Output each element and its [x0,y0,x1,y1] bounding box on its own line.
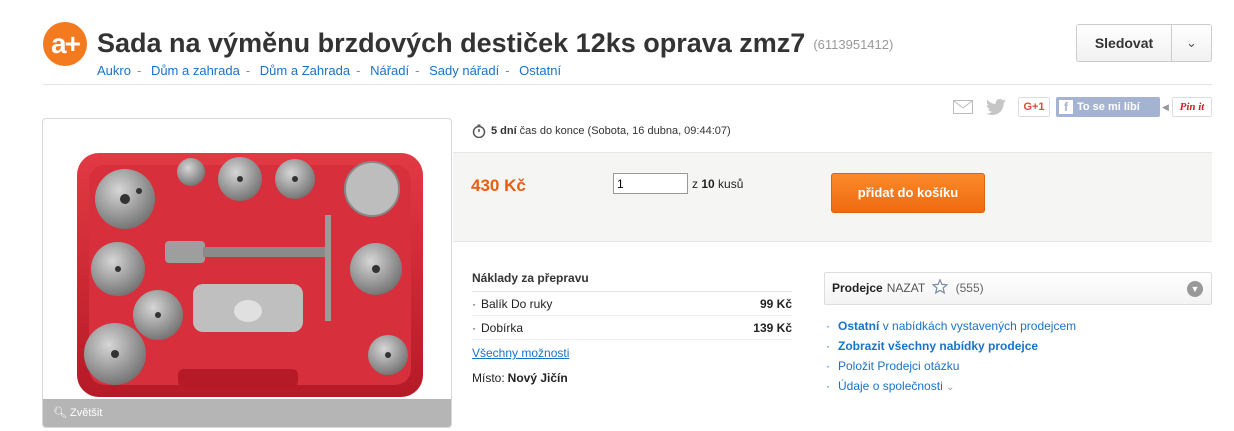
seller-link-all-offers-text: Zobrazit všechny nabídky prodejce [838,339,1039,353]
shipping-option-price: 139 Kč [753,321,792,335]
product-photo[interactable]: 🔍︎ Zvětšit [42,118,452,428]
quantity-available: z 10 kusů [692,177,743,191]
header-divider [43,84,1212,85]
facebook-like-label: To se mi líbí [1077,101,1140,113]
chevron-down-icon[interactable]: ⌄ [1172,25,1211,61]
seller-panel[interactable]: Prodejce NAZAT (555) ▼ [824,272,1212,305]
shipping-option-price: 99 Kč [759,297,792,311]
stopwatch-icon [472,124,486,138]
breadcrumb-link[interactable]: Sady nářadí [429,63,499,78]
pinterest-button[interactable]: Pin it [1172,97,1212,117]
seller-link-all-offers[interactable]: · Zobrazit všechny nabídky prodejce [826,336,1076,356]
location-label: Místo: [472,371,505,385]
item-id: (6113951412) [813,37,894,53]
seller-link-ask-text: Položit Prodejci otázku [838,359,960,373]
seller-label: Prodejce [832,281,883,295]
item-title-text: Sada na výměnu brzdových destiček 12ks o… [97,28,806,58]
breadcrumb-separator: - [415,63,420,78]
seller-name[interactable]: NAZAT [887,281,925,295]
seller-link-ask[interactable]: · Položit Prodejci otázku [826,356,1076,376]
shipping-option: Balík Do ruky 99 Kč [472,292,792,316]
quantity-prefix: z [692,177,698,191]
shipping-option-name: Dobírka [472,321,523,335]
chevron-down-icon: ⌄ [946,382,955,393]
star-icon [931,278,949,295]
breadcrumb-link[interactable]: Dům a zahrada [151,63,240,78]
breadcrumb-separator: - [356,63,361,78]
google-plus-button[interactable]: G+1 [1018,97,1050,117]
seller-link-other-bold: Ostatní [838,319,880,333]
twitter-share-icon[interactable] [986,97,1010,117]
seller-link-other-text: v nabídkách vystavených prodejcem [882,319,1077,333]
seller-link-other[interactable]: · Ostatní v nabídkách vystavených prodejc… [826,316,1076,336]
price: 430 Kč [471,176,526,195]
chevron-down-icon[interactable]: ▼ [1187,281,1203,297]
aukro-logo[interactable]: a+ [43,22,87,66]
item-location: Místo: Nový Jičín [472,371,792,385]
enlarge-label: Zvětšit [70,407,103,419]
seller-link-company-text: Údaje o společnosti [838,379,943,393]
quantity-total: 10 [701,177,715,191]
follow-button-group: Sledovat ⌄ [1076,24,1212,62]
breadcrumb: Aukro - Dům a zahrada - Dům a Zahrada - Nář… [97,63,561,78]
all-shipping-options-link[interactable]: Všechny možnosti [472,346,792,360]
enlarge-photo-button[interactable]: 🔍︎ Zvětšit [43,399,451,427]
follow-button[interactable]: Sledovat [1077,25,1172,61]
email-share-icon[interactable] [953,97,975,117]
shipping-option-name: Balík Do ruky [472,297,552,311]
quantity-suffix: kusů [718,177,744,191]
seller-links: · Ostatní v nabídkách vystavených prodejc… [826,316,1076,396]
countdown: 5 dní čas do konce (Sobota, 16 dubna, 09:… [472,124,731,138]
facebook-icon: f [1059,100,1073,114]
quantity-input[interactable] [613,173,688,194]
breadcrumb-separator: - [136,63,142,78]
seller-rating[interactable]: (555) [956,281,984,295]
location-value: Nový Jičín [507,371,568,385]
breadcrumb-link[interactable]: Aukro [97,63,131,78]
countdown-days: 5 dní [491,125,517,137]
shipping-panel: Náklady za přepravu Balík Do ruky 99 Kč D… [472,271,792,385]
breadcrumb-link[interactable]: Dům a Zahrada [260,63,350,78]
add-to-cart-button[interactable]: přidat do košíku [831,173,985,213]
item-title: Sada na výměnu brzdových destiček 12ks o… [97,26,893,60]
facebook-like-button[interactable]: f To se mi líbí [1056,97,1160,117]
brake-kit-image [77,153,423,397]
breadcrumb-link[interactable]: Ostatní [519,63,561,78]
shipping-title: Náklady za přepravu [472,271,792,292]
breadcrumb-link[interactable]: Nářadí [370,63,409,78]
buy-box: 430 Kč z 10 kusů přidat do košíku [453,152,1212,242]
chevron-left-icon: ◀ [1162,101,1169,112]
shipping-option: Dobírka 139 Kč [472,316,792,340]
zoom-icon: 🔍︎ [53,407,67,419]
countdown-text: čas do konce (Sobota, 16 dubna, 09:44:07… [519,125,731,137]
breadcrumb-separator: - [505,63,510,78]
breadcrumb-separator: - [245,63,251,78]
seller-link-company[interactable]: · Údaje o společnosti ⌄ [826,376,1076,396]
